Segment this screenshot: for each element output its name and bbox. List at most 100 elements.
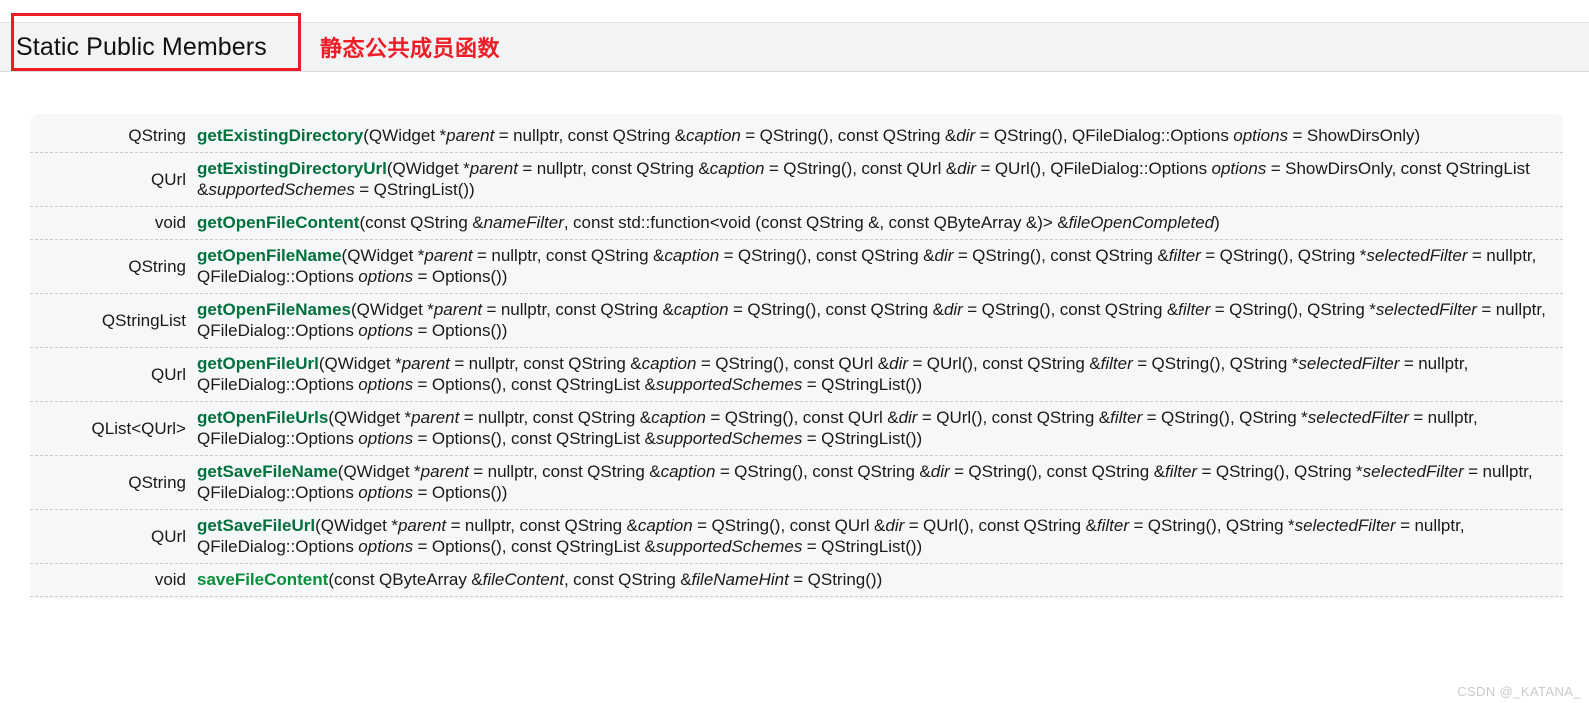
parameter-name: selectedFilter	[1294, 516, 1396, 535]
parameter-name: nameFilter	[483, 213, 564, 232]
return-type-cell: QString	[128, 256, 186, 276]
signature-text: = QString(), QString *	[1197, 462, 1363, 481]
parameter-name: parent	[420, 462, 469, 481]
signature-text: = QStringList())	[802, 375, 923, 394]
signature-text: = QString(), QString *	[1132, 354, 1299, 373]
function-name-link[interactable]: getOpenFileNames	[197, 300, 351, 319]
signature-text: = nullptr, const QString &	[517, 159, 710, 178]
parameter-name: parent	[446, 126, 495, 145]
function-name-link[interactable]: getExistingDirectoryUrl	[197, 159, 387, 178]
parameter-name: options	[358, 537, 414, 556]
parameter-name: filter	[1100, 354, 1133, 373]
return-type-cell: QUrl	[151, 364, 186, 384]
function-name-link[interactable]: getSaveFileUrl	[197, 516, 315, 535]
parameter-name: parent	[469, 159, 518, 178]
function-signature-cell: saveFileContent(const QByteArray &fileCo…	[197, 569, 1563, 590]
signature-text: = Options(), const QStringList &	[413, 375, 656, 394]
parameter-name: caption	[709, 159, 765, 178]
return-type-cell: QString	[128, 472, 186, 492]
static-public-members-table: QString getExistingDirectory(QWidget *par…	[30, 114, 1563, 599]
parameter-name: caption	[637, 516, 693, 535]
signature-text: = nullptr, const QString &	[449, 354, 642, 373]
table-row: void getOpenFileContent(const QString &na…	[30, 206, 1563, 239]
parameter-name: options	[1211, 159, 1267, 178]
parameter-name: parent	[424, 246, 473, 265]
signature-text: = QString(), const QString &	[953, 246, 1169, 265]
parameter-name: options	[358, 483, 414, 502]
signature-text: = QString(), const QUrl &	[764, 159, 958, 178]
function-name-link[interactable]: getExistingDirectory	[197, 126, 363, 145]
signature-text: = QUrl(), const QString &	[908, 354, 1101, 373]
return-type-cell: void	[154, 213, 186, 232]
signature-text: = QString(), const QUrl &	[705, 408, 899, 427]
parameter-name: caption	[660, 462, 716, 481]
page-title: Static Public Members	[16, 33, 267, 61]
parameter-name: parent	[433, 300, 483, 319]
parameter-name: filter	[1110, 408, 1143, 427]
section-header-inner: Static Public Members 静态公共成员函数	[0, 23, 1589, 71]
parameter-name: caption	[651, 408, 706, 427]
parameter-name: supportedSchemes	[655, 375, 803, 394]
signature-text: = ShowDirsOnly)	[1288, 126, 1421, 145]
signature-text: , const std::function<void (const QStrin…	[563, 213, 1069, 232]
function-name-link[interactable]: getOpenFileUrl	[197, 354, 319, 373]
parameter-name: fileContent	[482, 570, 564, 589]
signature-text: = QString(), QFileDialog::Options	[975, 126, 1234, 145]
signature-text: = QString(), const QString &	[728, 300, 944, 319]
signature-text: )	[1214, 213, 1220, 232]
parameter-name: dir	[956, 126, 976, 145]
signature-text: = QString(), const QString &	[740, 126, 957, 145]
function-signature-cell: getExistingDirectory(QWidget *parent = n…	[197, 125, 1563, 146]
parameter-name: dir	[930, 462, 950, 481]
function-name-link[interactable]: getOpenFileContent	[197, 213, 359, 232]
parameter-name: filter	[1164, 462, 1198, 481]
parameter-name: caption	[686, 126, 741, 145]
parameter-name: selectedFilter	[1375, 300, 1477, 319]
signature-text: = QString(), const QString &	[962, 300, 1179, 319]
table-row: QStringList getOpenFileNames(QWidget *par…	[30, 293, 1563, 347]
table-row: QString getSaveFileName(QWidget *parent =…	[30, 455, 1563, 509]
parameter-name: selectedFilter	[1366, 246, 1468, 265]
function-signature-cell: getOpenFileContent(const QString &nameFi…	[197, 212, 1563, 233]
function-name-link[interactable]: getOpenFileName	[197, 246, 342, 265]
signature-text: = QString(), const QUrl &	[696, 354, 890, 373]
parameter-name: dir	[885, 516, 905, 535]
signature-text: (const QByteArray &	[328, 570, 483, 589]
signature-text: (const QString &	[359, 213, 484, 232]
signature-text: = Options(), const QStringList &	[413, 537, 656, 556]
return-type-cell: QList<QUrl>	[91, 418, 186, 438]
function-signature-cell: getSaveFileUrl(QWidget *parent = nullptr…	[197, 515, 1563, 557]
return-type-cell: QUrl	[151, 169, 186, 189]
parameter-name: filter	[1096, 516, 1130, 535]
signature-text: = Options())	[413, 483, 508, 502]
parameter-name: supportedSchemes	[208, 180, 355, 199]
signature-text: (QWidget *	[337, 462, 421, 481]
signature-text: = QString(), const QString &	[949, 462, 1165, 481]
return-type-cell: QString	[128, 126, 186, 145]
signature-text: (QWidget *	[315, 516, 398, 535]
parameter-name: selectedFilter	[1362, 462, 1464, 481]
parameter-name: filter	[1178, 300, 1211, 319]
signature-text: = QString(), QString *	[1142, 408, 1308, 427]
parameter-name: dir	[889, 354, 909, 373]
function-name-link[interactable]: getOpenFileUrls	[197, 408, 328, 427]
signature-text: (QWidget *	[318, 354, 402, 373]
function-signature-cell: getOpenFileUrls(QWidget *parent = nullpt…	[197, 407, 1563, 449]
table-row: QString getExistingDirectory(QWidget *par…	[30, 118, 1563, 152]
parameter-name: selectedFilter	[1307, 408, 1409, 427]
signature-text: = Options(), const QStringList &	[413, 429, 656, 448]
function-name-link[interactable]: saveFileContent	[197, 570, 328, 589]
signature-text: = nullptr, const QString &	[446, 516, 638, 535]
signature-text: (QWidget *	[328, 408, 412, 427]
table-row: QUrl getOpenFileUrl(QWidget *parent = nul…	[30, 347, 1563, 401]
table-row: QUrl getExistingDirectoryUrl(QWidget *par…	[30, 152, 1563, 206]
parameter-name: supportedSchemes	[655, 537, 803, 556]
parameter-name: options	[358, 429, 414, 448]
parameter-name: dir	[934, 246, 954, 265]
table-row: QList<QUrl> getOpenFileUrls(QWidget *pare…	[30, 401, 1563, 455]
function-signature-cell: getOpenFileName(QWidget *parent = nullpt…	[197, 245, 1563, 287]
signature-text: = QStringList())	[802, 429, 923, 448]
signature-text: , const QString &	[563, 570, 692, 589]
function-name-link[interactable]: getSaveFileName	[197, 462, 338, 481]
signature-text: = QString(), QString *	[1210, 300, 1376, 319]
